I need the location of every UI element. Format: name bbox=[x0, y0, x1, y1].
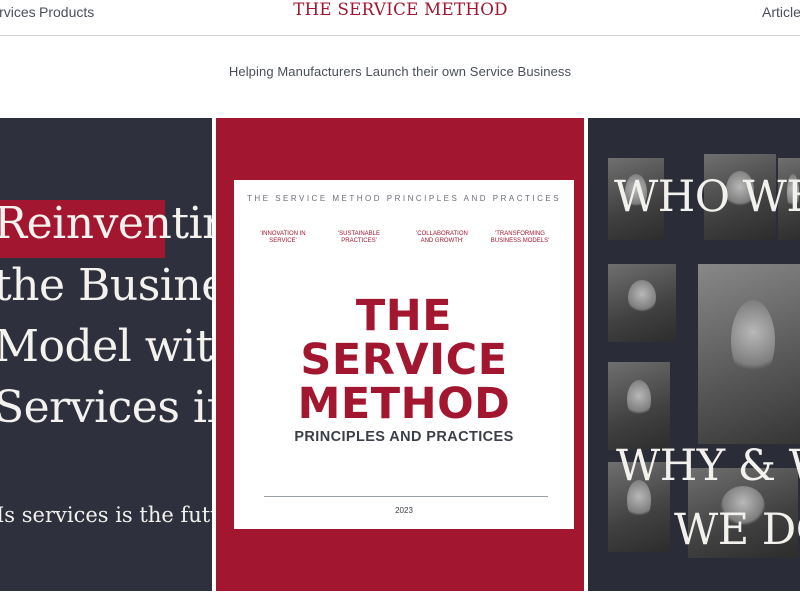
book-tag: 'TRANSFORMING BUSINESS MODELS' bbox=[490, 231, 550, 244]
brand-name: THE SERVICE METHOD bbox=[292, 0, 508, 20]
about-heading-line-3: WE DO bbox=[674, 505, 800, 555]
headline-question: Is services is the future? bbox=[0, 503, 212, 527]
headline-line-4: Services in bbox=[0, 382, 212, 433]
book-subtitle: PRINCIPLES AND PRACTICES bbox=[294, 429, 514, 445]
about-heading-line-2: WHY & WHAT bbox=[616, 441, 800, 491]
book-panel[interactable]: THE SERVICE METHOD PRINCIPLES AND PRACTI… bbox=[216, 118, 584, 591]
headline-line-2: the Business bbox=[0, 260, 212, 311]
book-year: 2023 bbox=[395, 506, 413, 515]
book-title-line: SERVICE bbox=[300, 335, 508, 385]
portrait-photo bbox=[698, 264, 800, 444]
about-heading-line-1: WHO WE ARE bbox=[614, 172, 800, 222]
book-top-line: THE SERVICE METHOD PRINCIPLES AND PRACTI… bbox=[246, 194, 562, 203]
book-title: THE SERVICE METHOD bbox=[234, 294, 574, 426]
nav-articles-link[interactable]: Articles bbox=[762, 4, 800, 20]
site-header: Services Products THE SERVICE METHOD Art… bbox=[0, 0, 800, 36]
book-tag: 'INNOVATION IN SERVICE' bbox=[260, 231, 306, 244]
book-title-line: THE bbox=[355, 291, 453, 341]
portrait-photo bbox=[608, 362, 670, 450]
book-tag: 'SUSTAINABLE PRACTICES' bbox=[337, 231, 381, 244]
headline-line-1: Reinventing bbox=[0, 198, 212, 249]
about-panel[interactable]: WHO WE ARE WHY & WHAT WE DO bbox=[588, 118, 800, 591]
book-title-line: METHOD bbox=[297, 379, 511, 429]
site-tagline: Helping Manufacturers Launch their own S… bbox=[228, 64, 572, 79]
book-divider bbox=[264, 496, 548, 497]
headline-line-3: Model with bbox=[0, 321, 212, 372]
book-cover: THE SERVICE METHOD PRINCIPLES AND PRACTI… bbox=[234, 180, 574, 529]
site-logo[interactable]: THE SERVICE METHOD bbox=[0, 0, 800, 20]
portrait-photo bbox=[608, 264, 676, 342]
book-tag: 'COLLABORATION AND GROWTH' bbox=[416, 231, 468, 244]
hero-panel-left[interactable]: Reinventing the Business Model with Serv… bbox=[0, 118, 212, 591]
